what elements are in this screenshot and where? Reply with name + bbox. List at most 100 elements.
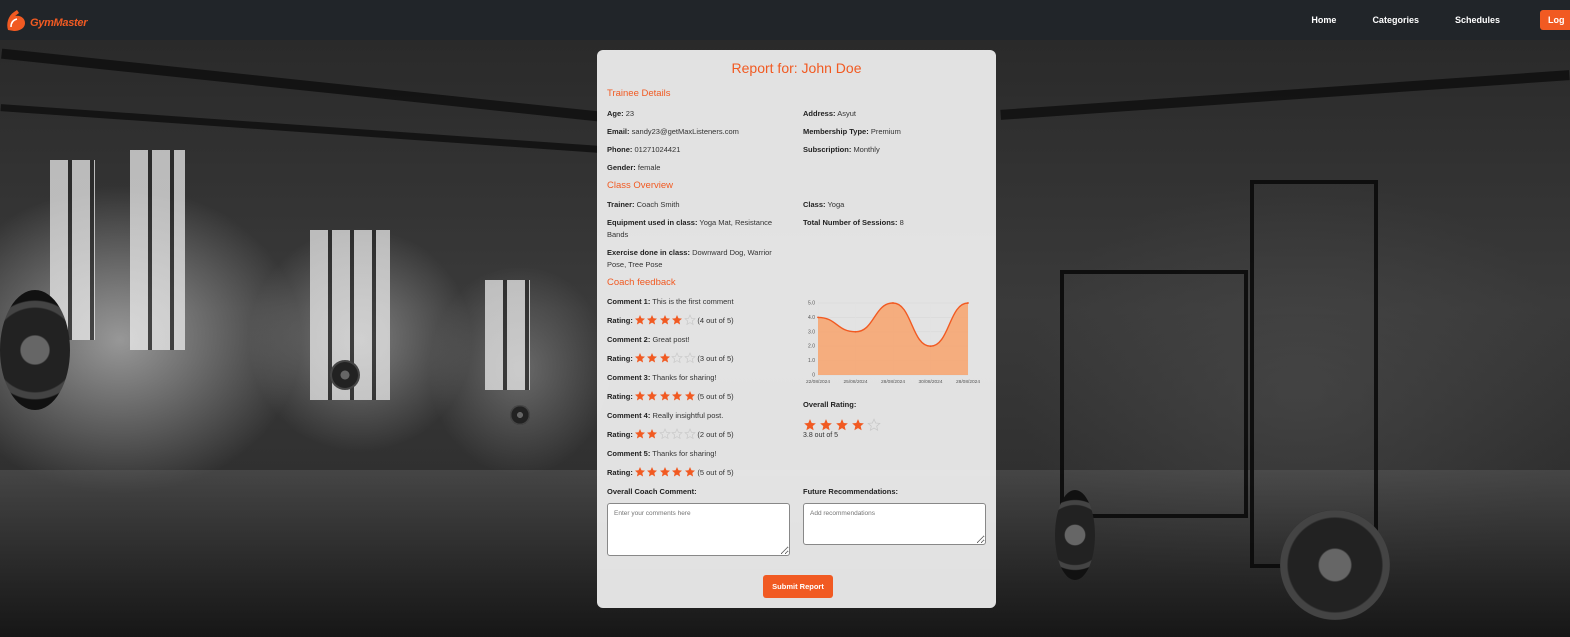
brand-name: GymMaster — [30, 17, 88, 29]
star-empty-icon — [671, 352, 684, 364]
rating-stars — [634, 390, 697, 402]
submit-report-button[interactable]: Submit Report — [763, 575, 833, 598]
comment-rating-2: Rating: (3 out of 5) — [607, 351, 734, 365]
chart-data-point — [929, 345, 932, 348]
star-empty-icon — [684, 428, 696, 440]
future-recommendations-textarea[interactable] — [803, 503, 986, 545]
star-filled-icon — [647, 315, 658, 325]
star-empty-icon — [867, 417, 881, 431]
chart-x-tick-label: 25/08/2024 — [843, 379, 867, 385]
comment-rating-3: Rating: (5 out of 5) — [607, 389, 734, 403]
flexed-arm-icon — [7, 10, 25, 31]
class-trainer: Trainer: Coach Smith — [607, 200, 680, 209]
star-filled-icon — [820, 418, 832, 431]
trainee-gender: Gender: female — [607, 163, 661, 172]
rating-label: Rating: — [607, 467, 633, 477]
chart-y-tick-label: 3.0 — [808, 329, 815, 335]
trainee-email: Email: sandy23@getMaxListeners.com — [607, 127, 739, 136]
star-filled-icon — [659, 315, 670, 325]
class-equipment: Equipment used in class: Yoga Mat, Resis… — [607, 218, 773, 239]
star-filled-icon — [634, 353, 645, 363]
class-overview-heading: Class Overview — [607, 180, 673, 191]
star-filled-icon — [647, 467, 658, 477]
rating-label: Rating: — [607, 315, 633, 325]
overall-rating-label: Overall Rating: — [803, 400, 857, 409]
star-filled-icon — [634, 391, 645, 401]
rating-score-text: (5 out of 5) — [697, 391, 734, 401]
comment-rating-4: Rating: (2 out of 5) — [607, 427, 734, 441]
chart-y-tick-label: 1.0 — [808, 358, 815, 364]
chart-data-point — [817, 316, 819, 319]
chart-data-point — [854, 330, 857, 333]
star-filled-icon — [672, 315, 683, 325]
nav-links: Home Categories Schedules Log — [1311, 0, 1570, 40]
rating-score-text: (3 out of 5) — [697, 353, 734, 363]
report-card: Report for: John Doe Trainee Details Age… — [597, 50, 996, 608]
future-recommendations-label: Future Recommendations: — [803, 487, 899, 496]
chart-x-tick-label: 28/08/2024 — [956, 379, 980, 385]
rating-score-text: (5 out of 5) — [697, 467, 734, 477]
star-filled-icon — [647, 429, 658, 439]
overall-comment-label: Overall Coach Comment: — [607, 487, 697, 496]
comment-4: Comment 4: Really insightful post. — [607, 411, 724, 420]
star-empty-icon — [659, 428, 671, 440]
rating-stars — [634, 466, 697, 478]
brand-logo[interactable]: GymMaster — [4, 6, 88, 34]
star-filled-icon — [647, 391, 658, 401]
trainee-membership: Membership Type: Premium — [803, 127, 901, 136]
star-filled-icon — [647, 353, 658, 363]
chart-y-tick-label: 2.0 — [808, 344, 815, 350]
trainee-phone: Phone: 01271024421 — [607, 145, 681, 154]
rating-score-text: (4 out of 5) — [697, 315, 734, 325]
trainee-age: Age: 23 — [607, 109, 635, 118]
rating-label: Rating: — [607, 391, 633, 401]
class-sessions: Total Number of Sessions: 8 — [803, 218, 904, 227]
star-filled-icon — [804, 418, 816, 431]
trainee-address: Address: Asyut — [803, 109, 856, 118]
star-filled-icon — [634, 315, 645, 325]
login-button[interactable]: Log — [1540, 10, 1570, 30]
nav-schedules-link[interactable]: Schedules — [1455, 15, 1500, 25]
chart-data-point — [892, 302, 894, 304]
star-filled-icon — [659, 467, 670, 477]
overall-rating-score: 3.8 out of 5 — [803, 432, 839, 439]
chart-y-tick-label: 4.0 — [808, 315, 815, 321]
star-filled-icon — [684, 391, 695, 401]
star-filled-icon — [852, 418, 864, 431]
trainee-subscription: Subscription: Monthly — [803, 145, 880, 154]
star-filled-icon — [684, 467, 695, 477]
star-filled-icon — [634, 467, 645, 477]
report-title: Report for: John Doe — [731, 60, 862, 76]
comment-3: Comment 3: Thanks for sharing! — [607, 373, 717, 382]
rating-label: Rating: — [607, 429, 633, 439]
comment-1: Comment 1: This is the first comment — [607, 297, 734, 306]
nav-home-link[interactable]: Home — [1311, 15, 1336, 25]
top-navbar: GymMaster Home Categories Schedules Log — [0, 0, 1570, 40]
comment-rating-1: Rating: (4 out of 5) — [607, 313, 734, 327]
star-filled-icon — [672, 391, 683, 401]
rating-stars — [634, 314, 697, 326]
rating-stars — [634, 428, 697, 440]
star-filled-icon — [659, 353, 670, 363]
chart-area-fill — [818, 303, 968, 375]
star-filled-icon — [634, 429, 645, 439]
star-empty-icon — [684, 352, 696, 364]
star-filled-icon — [672, 467, 683, 477]
chart-y-tick-label: 0 — [812, 373, 815, 379]
star-empty-icon — [671, 428, 684, 440]
chart-x-tick-label: 28/08/2024 — [881, 379, 905, 385]
nav-categories-link[interactable]: Categories — [1372, 15, 1419, 25]
comment-5: Comment 5: Thanks for sharing! — [607, 449, 717, 458]
rating-trend-chart: 5.0 4.0 3.0 2.0 1.0 022/08/2024 25/08/2024 28/0… — [806, 301, 980, 386]
coach-feedback-heading: Coach feedback — [607, 277, 676, 288]
trainee-details-heading: Trainee Details — [607, 88, 671, 99]
class-exercise: Exercise done in class: Downward Dog, Wa… — [607, 248, 772, 269]
chart-data-point — [967, 302, 969, 304]
star-filled-icon — [659, 391, 670, 401]
class-name: Class: Yoga — [803, 200, 845, 209]
overall-comment-textarea[interactable] — [607, 503, 790, 556]
chart-x-tick-label: 30/08/2024 — [918, 379, 942, 385]
star-empty-icon — [684, 314, 696, 326]
rating-stars — [634, 352, 697, 364]
chart-x-tick-label: 22/08/2024 — [806, 379, 830, 385]
